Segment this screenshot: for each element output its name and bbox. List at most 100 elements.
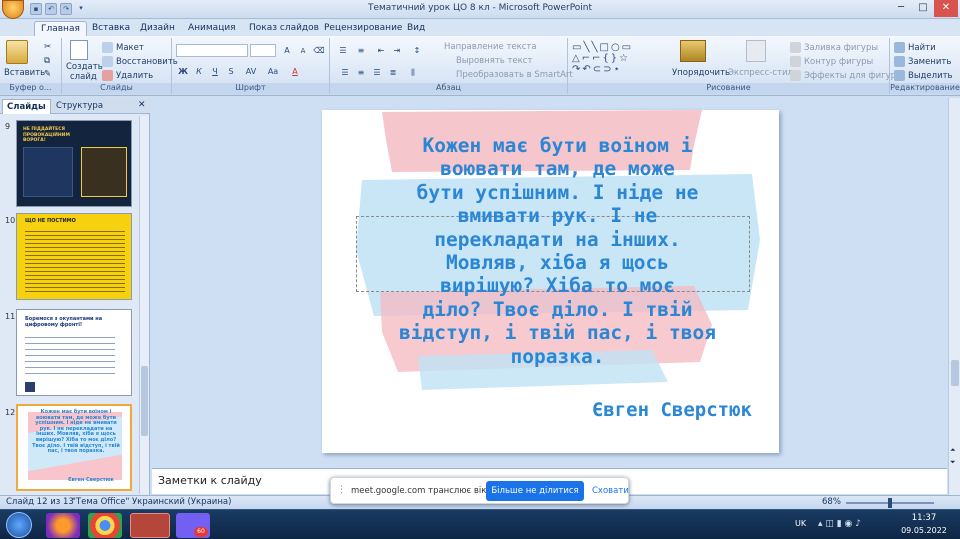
quick-styles-button[interactable]: Экспресс-стили	[728, 68, 798, 78]
find-icon	[894, 42, 905, 53]
keyboard-language[interactable]: UK	[795, 519, 806, 528]
decrease-indent-icon[interactable]: ⇤	[374, 44, 388, 57]
language-indicator[interactable]: Украинский (Украина)	[132, 497, 231, 507]
font-group: A A ⌫ Ж К Ч S AV Aa A Шрифт	[172, 38, 330, 94]
shape-outline-button[interactable]: Контур фигуры	[804, 57, 873, 67]
stop-sharing-button[interactable]: Більше не ділитися	[486, 481, 584, 501]
close-icon[interactable]: ✕	[934, 0, 958, 17]
powerpoint-icon[interactable]	[130, 513, 170, 538]
font-color-icon[interactable]: A	[288, 65, 302, 78]
quote-author[interactable]: Євген Сверстюк	[322, 399, 752, 421]
pane-scrollbar[interactable]	[139, 116, 149, 494]
justify-icon[interactable]: ≣	[386, 66, 400, 79]
clock-time[interactable]: 11:37	[904, 513, 944, 523]
scrollbar-thumb[interactable]	[141, 366, 148, 436]
bold-button[interactable]: Ж	[176, 65, 190, 78]
quick-styles-icon	[746, 40, 766, 62]
paste-icon[interactable]	[6, 40, 28, 64]
paste-button[interactable]: Вставить	[4, 68, 45, 78]
tab-review[interactable]: Рецензирование	[318, 21, 408, 36]
minimize-icon[interactable]: ─	[890, 0, 912, 17]
prev-slide-icon[interactable]: ⏶	[950, 446, 956, 455]
quote-line: вирішую? Хіба то моє	[440, 274, 675, 298]
shape-effects-button[interactable]: Эффекты для фигур	[804, 71, 896, 81]
shrink-font-button[interactable]: A	[296, 44, 310, 57]
clock-date[interactable]: 09.05.2022	[898, 526, 950, 535]
slide-thumbnail-12[interactable]: Кожен має бути воїном і воювати там, де …	[16, 404, 132, 491]
tab-outline[interactable]: Структура	[52, 99, 107, 114]
delete-button[interactable]: Удалить	[116, 71, 153, 81]
maximize-icon[interactable]: □	[912, 0, 934, 17]
editor-scrollbar[interactable]: ⏶ ⏷	[948, 98, 960, 495]
numbering-icon[interactable]: ≡	[354, 44, 368, 57]
cut-icon[interactable]: ✂	[44, 42, 51, 52]
screen-share-bar: ⋮ meet.google.com транслює вікно. Більше…	[330, 477, 629, 504]
line-spacing-icon[interactable]: ↕	[410, 44, 424, 57]
strikethrough-button[interactable]: S	[224, 65, 238, 78]
tab-animation[interactable]: Анимация	[182, 21, 242, 36]
underline-button[interactable]: Ч	[208, 65, 222, 78]
italic-button[interactable]: К	[192, 65, 206, 78]
thumb-logo	[25, 382, 35, 392]
start-button[interactable]	[6, 512, 32, 538]
tab-insert[interactable]: Вставка	[86, 21, 136, 36]
increase-indent-icon[interactable]: ⇥	[390, 44, 404, 57]
new-slide-icon[interactable]	[70, 40, 88, 60]
quote-text[interactable]: Кожен має бути воїном і воювати там, де …	[350, 134, 765, 368]
grow-font-button[interactable]: A	[280, 44, 294, 57]
editing-group: Найти Заменить Выделить Редактирование	[890, 38, 960, 94]
chrome-icon[interactable]	[88, 513, 122, 538]
find-button[interactable]: Найти	[908, 43, 936, 53]
font-name-select[interactable]	[176, 44, 248, 57]
select-button[interactable]: Выделить	[908, 71, 953, 81]
reset-button[interactable]: Восстановить	[116, 57, 178, 67]
clear-format-icon[interactable]: ⌫	[312, 44, 326, 57]
new-slide-button[interactable]: Создать	[66, 62, 103, 72]
taskbar: 60 UK ▴ ◫ ▮ ◉ ♪ 11:37 09.05.2022	[0, 509, 960, 539]
firefox-icon[interactable]	[46, 513, 80, 538]
tab-slides[interactable]: Слайды	[2, 99, 51, 114]
slide-thumbnail-10[interactable]: ЩО НЕ ПОСТИМО	[16, 213, 132, 300]
arrange-button[interactable]: Упорядочить	[672, 68, 730, 78]
shape-fill-button[interactable]: Заливка фигуры	[804, 43, 878, 53]
quote-line: перекладати на інших.	[434, 227, 681, 251]
zoom-level[interactable]: 68%	[822, 497, 841, 507]
replace-button[interactable]: Заменить	[908, 57, 951, 67]
align-left-icon[interactable]: ☰	[338, 66, 352, 79]
format-painter-icon[interactable]: ✎	[44, 69, 51, 79]
columns-icon[interactable]: ⫼	[406, 66, 420, 79]
next-slide-icon[interactable]: ⏷	[950, 458, 956, 467]
zoom-slider-thumb[interactable]	[888, 498, 892, 508]
align-center-icon[interactable]: ≡	[354, 66, 368, 79]
tray-icons[interactable]: ▴ ◫ ▮ ◉ ♪	[818, 519, 861, 529]
thumb-title: НЕ ПІДДАЙТЕСЯ ПРОВОКАЦІЙНИМ ВОРОГА!	[23, 127, 70, 143]
slide-thumbnail-11[interactable]: Боремося з окупантами на цифровому фронт…	[16, 309, 132, 396]
editor-scrollbar-thumb[interactable]	[951, 360, 959, 386]
layout-button[interactable]: Макет	[116, 43, 144, 53]
slide-canvas[interactable]: Кожен має бути воїном і воювати там, де …	[322, 110, 779, 453]
slide-thumbnail-9[interactable]: НЕ ПІДДАЙТЕСЯ ПРОВОКАЦІЙНИМ ВОРОГА!	[16, 120, 132, 207]
notes-placeholder: Заметки к слайду	[158, 474, 262, 487]
tab-slideshow[interactable]: Показ слайдов	[243, 21, 325, 36]
font-size-select[interactable]	[250, 44, 276, 57]
align-text-button[interactable]: Выровнять текст	[456, 56, 532, 66]
drag-handle-icon[interactable]: ⋮	[337, 485, 346, 495]
viber-badge: 60	[194, 527, 208, 537]
text-direction-button[interactable]: Направление текста	[444, 42, 537, 52]
change-case-button[interactable]: Aa	[264, 65, 282, 78]
shapes-gallery[interactable]: ▭╲╲□○▭ △⌐⌐{}☆ ↷↶⊂⊃⋆	[572, 42, 662, 76]
tab-design[interactable]: Дизайн	[134, 21, 181, 36]
hide-share-button[interactable]: Сховати	[592, 486, 629, 496]
thumb-title: Кожен має бути воїном і воювати там, де …	[32, 409, 120, 455]
window-title: Тематичний урок ЦО 8 кл - Microsoft Powe…	[367, 3, 593, 13]
tab-view[interactable]: Вид	[401, 21, 431, 36]
tab-home[interactable]: Главная	[34, 21, 87, 36]
outline-icon	[790, 56, 801, 67]
bullets-icon[interactable]: ☰	[336, 44, 350, 57]
effects-icon	[790, 70, 801, 81]
align-right-icon[interactable]: ☰	[370, 66, 384, 79]
smartart-button[interactable]: Преобразовать в SmartArt	[456, 70, 573, 80]
copy-icon[interactable]: ⧉	[44, 56, 50, 66]
char-spacing-button[interactable]: AV	[242, 65, 260, 78]
close-pane-icon[interactable]: ✕	[138, 100, 146, 110]
